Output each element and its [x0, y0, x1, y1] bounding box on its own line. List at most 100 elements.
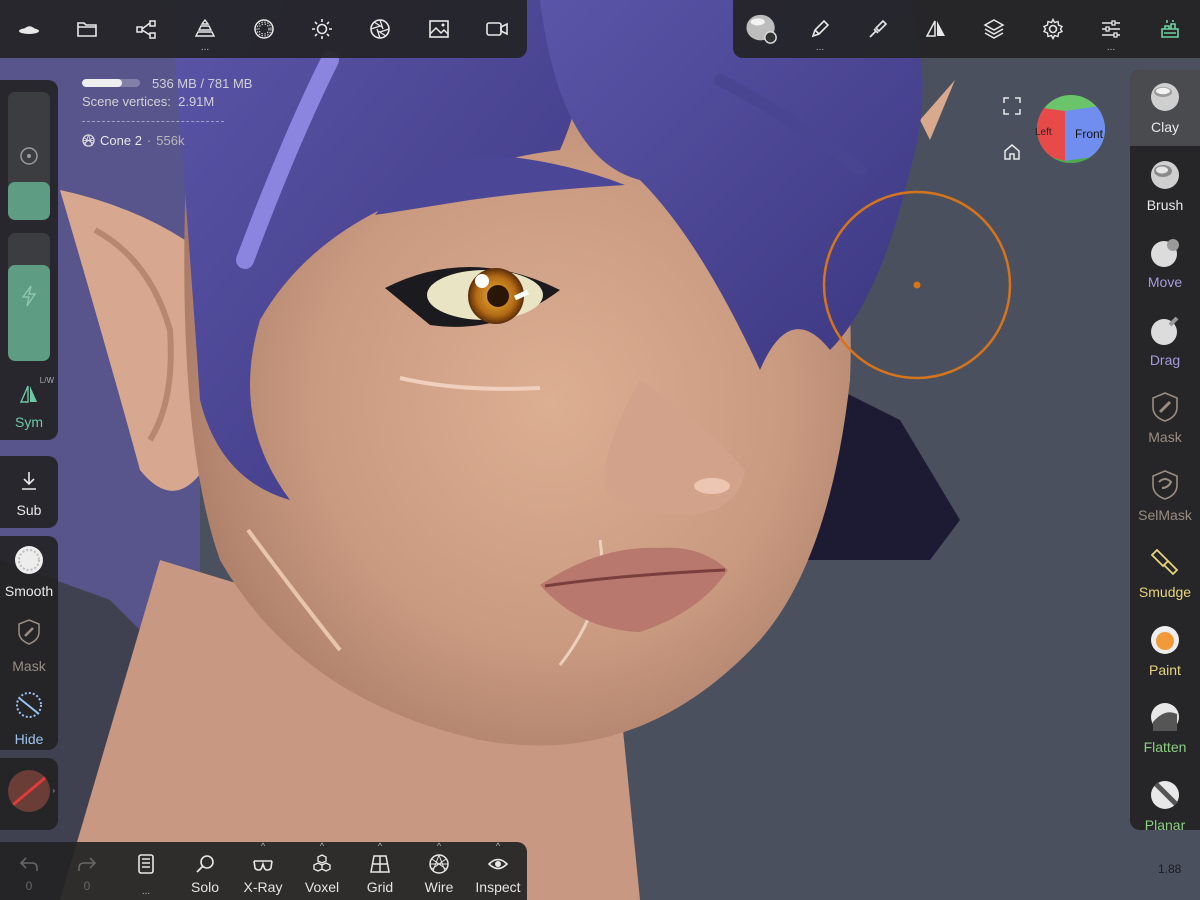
brush-brush-icon: [1151, 160, 1179, 189]
voxel-button[interactable]: ^ Voxel: [293, 842, 351, 900]
scene-stats: 536 MB / 781 MB Scene vertices: 2.91M Co…: [82, 74, 252, 149]
tool-clay[interactable]: Clay: [1130, 70, 1200, 146]
primitive-button[interactable]: ...: [176, 0, 234, 58]
vertices-label: Scene vertices: [82, 94, 168, 109]
scene-button[interactable]: [117, 0, 175, 58]
grid-label: Grid: [366, 879, 394, 895]
left-tools-panel: Smooth Mask Hide: [0, 536, 58, 750]
sym-badge: L/W: [39, 376, 54, 385]
fullscreen-button[interactable]: [1002, 96, 1022, 116]
xray-button[interactable]: ^ X-Ray: [234, 842, 292, 900]
smooth-button[interactable]: Smooth: [0, 536, 58, 606]
sub-button[interactable]: Sub: [0, 456, 58, 528]
tool-mask[interactable]: Mask: [1130, 380, 1200, 456]
intensity-fill: [8, 265, 50, 361]
undo-count: 0: [25, 879, 33, 893]
layers-button[interactable]: [965, 0, 1023, 58]
smudge-brush-icon: [1150, 548, 1179, 576]
move-brush-icon: [1151, 239, 1179, 267]
xray-glasses-icon: [253, 860, 273, 871]
nomad-logo-button[interactable]: [0, 0, 58, 58]
view-gizmo[interactable]: Left Front: [1035, 93, 1107, 165]
tool-flatten[interactable]: Flatten: [1130, 690, 1200, 766]
sym-label: Sym: [15, 414, 43, 430]
tool-smudge[interactable]: Smudge: [1130, 535, 1200, 611]
settings-button[interactable]: [1024, 0, 1082, 58]
symmetry-button[interactable]: [907, 0, 965, 58]
tool-selmask[interactable]: SelMask: [1130, 458, 1200, 534]
stroke-tool-icon: [869, 19, 888, 38]
color-disabled-slash: [8, 770, 50, 812]
left-brush-panel: L/W Sym: [0, 80, 58, 440]
material-settings-button[interactable]: [733, 0, 791, 58]
light-sun-icon: [312, 19, 332, 39]
radius-slider[interactable]: [8, 92, 50, 220]
redo-icon: [78, 857, 97, 871]
tool-smudge-label: Smudge: [1138, 584, 1192, 600]
brush-more: ...: [815, 42, 825, 53]
light-button[interactable]: [293, 0, 351, 58]
inspect-caret-icon: ^: [495, 841, 501, 851]
book-button[interactable]: ...: [117, 842, 175, 900]
gizmo-left-label: Left: [1035, 127, 1052, 138]
bottom-toolbar: 0 0 ... Solo ^ X-Ray ^ Voxel ^ Grid ^ Wi…: [0, 842, 527, 900]
hide-button[interactable]: Hide: [0, 684, 58, 750]
book-icon: [138, 854, 154, 874]
arrow-down-icon: [22, 472, 36, 490]
nomad-logo-icon: [19, 26, 39, 34]
grid-button[interactable]: ^ Grid: [351, 842, 409, 900]
tool-drag-label: Drag: [1149, 351, 1181, 368]
grid-caret-icon: ^: [377, 841, 383, 851]
active-mesh[interactable]: Cone 2 · 556k: [82, 131, 252, 149]
primitive-more: ...: [200, 42, 210, 53]
brush-settings-button[interactable]: ...: [791, 0, 849, 58]
tool-move[interactable]: Move: [1130, 225, 1200, 301]
radius-fill: [8, 181, 50, 220]
paint-color-button[interactable]: ›: [0, 758, 58, 830]
wire-button[interactable]: ^ Wire: [410, 842, 468, 900]
intensity-slider[interactable]: [8, 233, 50, 361]
inspect-button[interactable]: ^ Inspect: [469, 842, 527, 900]
interface-button[interactable]: ...: [1082, 0, 1140, 58]
video-button[interactable]: [468, 0, 526, 58]
stats-separator: [82, 121, 224, 122]
camera-button[interactable]: [351, 0, 409, 58]
redo-button[interactable]: 0: [58, 842, 116, 900]
version-label: 1.88: [1158, 862, 1182, 876]
home-view-button[interactable]: [1002, 142, 1022, 162]
wire-caret-icon: ^: [436, 841, 442, 851]
tool-drag[interactable]: Drag: [1130, 303, 1200, 379]
mesh-count-sep: ·: [146, 132, 152, 148]
background-button[interactable]: [410, 0, 468, 58]
undo-button[interactable]: 0: [0, 842, 58, 900]
tool-flatten-label: Flatten: [1143, 739, 1187, 755]
memory-bar: [82, 79, 140, 87]
stroke-button[interactable]: [849, 0, 907, 58]
top-right-toolbar: ... ...: [733, 0, 1200, 58]
plugin-button[interactable]: [1141, 0, 1199, 58]
symmetry-icon: [925, 20, 945, 37]
material-button[interactable]: [235, 0, 293, 58]
left-mask-button[interactable]: Mask: [0, 612, 58, 678]
gear-icon: [1042, 17, 1064, 41]
tool-paint-label: Paint: [1149, 661, 1181, 678]
mesh-name: Cone 2: [100, 132, 142, 148]
solo-label: Solo: [190, 879, 220, 895]
memory-usage: 536 MB / 781 MB: [82, 74, 252, 92]
tool-brush[interactable]: Brush: [1130, 148, 1200, 224]
tool-planar[interactable]: Planar: [1130, 768, 1200, 830]
flatten-brush-icon: [1151, 703, 1179, 731]
tool-panel: Clay Brush Move Drag Mask SelMask Smudge Paint F…: [1130, 70, 1200, 830]
book-more: ...: [141, 886, 151, 897]
drag-brush-icon: [1151, 316, 1179, 345]
eye-icon: [487, 858, 509, 870]
undo-icon: [19, 857, 38, 871]
hide-label: Hide: [14, 731, 44, 747]
sym-button[interactable]: L/W Sym: [0, 376, 58, 436]
gizmo-front-label: Front: [1075, 127, 1104, 141]
solo-button[interactable]: Solo: [176, 842, 234, 900]
tool-paint[interactable]: Paint: [1130, 613, 1200, 689]
interface-more: ...: [1106, 42, 1116, 53]
files-button[interactable]: [58, 0, 116, 58]
scene-graph-icon: [136, 20, 156, 39]
